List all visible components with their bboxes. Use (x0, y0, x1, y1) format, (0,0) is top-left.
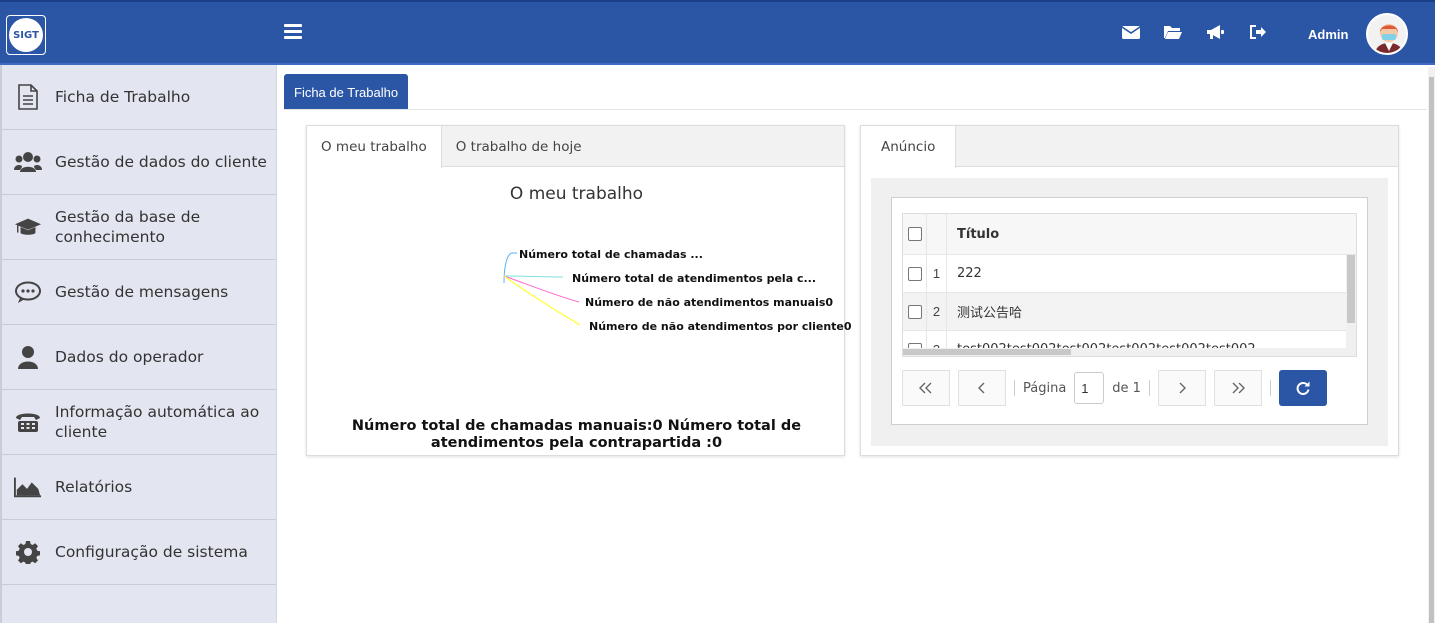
leader-line-3 (503, 275, 580, 303)
column-title-header[interactable]: Título (947, 227, 1356, 242)
double-chevron-right-icon (1232, 382, 1245, 394)
row-title: 测试公告哈 (957, 306, 1023, 321)
select-all-checkbox[interactable] (907, 227, 922, 241)
folder-open-icon[interactable] (1163, 22, 1183, 42)
sidebar-item-operador[interactable]: Dados do operador (2, 325, 276, 390)
area-chart-icon (14, 473, 42, 501)
chevron-left-icon (978, 382, 985, 394)
prev-page-button[interactable] (958, 370, 1006, 406)
page-scrollbar[interactable] (1428, 67, 1435, 623)
double-chevron-left-icon (919, 382, 932, 394)
gear-icon (14, 538, 42, 566)
sidebar-item-label: Ficha de Trabalho (55, 88, 191, 106)
top-bar: SIGT Admin (0, 0, 1435, 65)
menu-toggle-icon[interactable] (284, 24, 302, 39)
main-tab-strip: Ficha de Trabalho (284, 74, 409, 110)
sidebar-item-clientes[interactable]: Gestão de dados do cliente (2, 130, 276, 195)
row-number: 1 (927, 255, 947, 292)
chevron-right-icon (1179, 382, 1186, 394)
logo[interactable]: SIGT (6, 15, 46, 55)
row-number: 2 (927, 293, 947, 330)
tab-anuncio[interactable]: Anúncio (861, 126, 957, 168)
table-row[interactable]: 2 测试公告哈 (903, 293, 1356, 331)
sidebar-item-conhecimento[interactable]: Gestão da base de conhecimento (2, 195, 276, 260)
page-total-label: de 1 (1112, 380, 1141, 396)
notice-grid-wrapper: Título 1 222 2 测试公告哈 3 test002test002tes… (871, 178, 1388, 446)
leader-line-2 (503, 275, 564, 278)
bullhorn-icon[interactable] (1205, 22, 1225, 42)
header-icons (1121, 22, 1267, 42)
envelope-icon[interactable] (1121, 22, 1141, 42)
notice-table: Título 1 222 2 测试公告哈 3 test002test002tes… (902, 213, 1357, 357)
work-panel: O meu trabalho O trabalho de hoje O meu … (306, 125, 852, 456)
row-checkbox[interactable] (907, 304, 922, 319)
legend-label: Número total de atendimentos pela c... (572, 272, 817, 285)
avatar[interactable] (1366, 13, 1408, 55)
tab-ficha-de-trabalho[interactable]: Ficha de Trabalho (284, 74, 409, 110)
sidebar-item-label: Gestão da base de conhecimento (55, 208, 201, 246)
legend-label: Número de não atendimentos manuais0 (585, 296, 834, 309)
sidebar: Ficha de Trabalho Gestão de dados do cli… (0, 65, 277, 623)
table-horizontal-scrollbar[interactable] (903, 348, 1356, 356)
phone-icon (14, 408, 42, 436)
work-summary: Número total de chamadas manuais:0 Númer… (351, 418, 802, 450)
sidebar-item-relatorios[interactable]: Relatórios (2, 455, 276, 520)
pie-chart-leader-lines (503, 252, 581, 326)
sidebar-item-label: Configuração de sistema (55, 543, 248, 561)
leader-line-4 (503, 275, 581, 326)
table-vertical-scrollbar[interactable] (1346, 255, 1356, 356)
sidebar-item-label: Dados do operador (55, 348, 204, 366)
tab-divider (284, 109, 1427, 110)
user-icon (14, 343, 42, 371)
pagination: Página de 1 (902, 370, 1372, 406)
legend-label: Número total de chamadas ... (519, 248, 703, 261)
users-icon (14, 148, 42, 176)
admin-label[interactable]: Admin (1308, 27, 1348, 42)
graduation-cap-icon (14, 213, 42, 241)
sidebar-item-informacao[interactable]: Informação automática ao cliente (2, 390, 276, 455)
sidebar-item-label: Informação automática ao cliente (55, 403, 260, 441)
table-row[interactable]: 1 222 (903, 255, 1356, 293)
chat-bubble-icon (14, 278, 42, 306)
sidebar-item-mensagens[interactable]: Gestão de mensagens (2, 260, 276, 325)
sidebar-item-label: Relatórios (55, 478, 133, 496)
sign-out-icon[interactable] (1247, 22, 1267, 42)
logo-text: SIGT (9, 18, 43, 52)
notice-panel: Anúncio Título 1 222 2 测试公告哈 Página 1 de… (860, 125, 1399, 456)
table-header: Título (903, 214, 1356, 255)
sidebar-item-label: Gestão de dados do cliente (55, 153, 267, 171)
page-label: Página (1023, 380, 1067, 396)
document-icon (14, 83, 42, 111)
page-number-input[interactable] (1074, 372, 1105, 404)
refresh-icon (1296, 381, 1310, 395)
row-checkbox[interactable] (907, 266, 922, 281)
refresh-button[interactable] (1278, 370, 1327, 406)
last-page-button[interactable] (1213, 370, 1262, 406)
first-page-button[interactable] (902, 370, 950, 406)
avatar-icon (1368, 15, 1406, 53)
next-page-button[interactable] (1157, 370, 1206, 406)
sidebar-item-label: Gestão de mensagens (55, 283, 229, 301)
notice-grid: Título 1 222 2 测试公告哈 3 test002test002tes… (891, 197, 1368, 425)
sidebar-item-configuracao[interactable]: Configuração de sistema (2, 520, 276, 585)
row-title: 222 (957, 266, 982, 281)
legend-label: Número de não atendimentos por cliente0 (589, 320, 852, 333)
sidebar-item-ficha[interactable]: Ficha de Trabalho (2, 65, 276, 130)
notice-tabs: Anúncio (861, 126, 1398, 168)
